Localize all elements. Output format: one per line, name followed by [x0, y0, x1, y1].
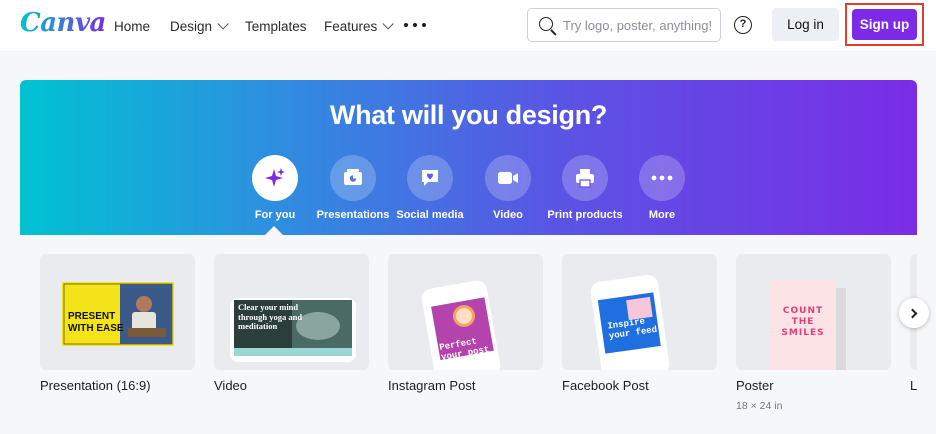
nav-features-label: Features: [324, 18, 378, 34]
search-icon: [539, 17, 553, 31]
nav-design-label: Design: [170, 18, 213, 34]
nav-home-label: Home: [114, 18, 151, 34]
chevron-down-icon: [217, 18, 229, 30]
video-camera-icon: [485, 155, 531, 201]
template-label: Facebook Post: [562, 378, 649, 393]
nav-design[interactable]: Design: [170, 0, 229, 52]
template-card-facebook-post[interactable]: Inspire your feed: [562, 254, 717, 370]
template-card-poster[interactable]: COUNT THE SMILES: [736, 254, 891, 370]
thumb-text: PRESENT WITH EASE: [68, 311, 124, 334]
login-button[interactable]: Log in: [772, 8, 839, 41]
template-card-presentation[interactable]: PRESENT WITH EASE: [40, 254, 195, 370]
hero-title: What will you design?: [329, 100, 608, 130]
signup-button[interactable]: Sign up: [852, 9, 917, 40]
search-input[interactable]: [563, 15, 715, 36]
thumb-text: Clear your mind through yoga and meditat…: [238, 302, 303, 331]
template-size: 18 × 24 in: [736, 400, 783, 412]
nav-templates-label: Templates: [245, 18, 307, 34]
active-category-pointer: [265, 226, 283, 235]
template-label: Video: [214, 378, 248, 393]
search-box[interactable]: [527, 8, 721, 42]
top-nav-bar: Canva Home Design Templates Features ? L…: [0, 0, 936, 52]
nav-features[interactable]: Features: [324, 0, 395, 52]
nav-home[interactable]: Home: [114, 0, 150, 52]
more-nav-icon[interactable]: [404, 19, 426, 31]
template-label: Poster: [736, 378, 774, 393]
category-for-you[interactable]: For you: [230, 155, 320, 221]
sparkle-icon: [252, 155, 298, 201]
template-label: Presentation (16:9): [40, 378, 151, 393]
help-icon[interactable]: ?: [734, 16, 752, 34]
template-card-video[interactable]: Clear your mind through yoga and meditat…: [214, 254, 369, 370]
signup-highlight-box: Sign up: [845, 3, 924, 46]
more-dots-icon: [639, 155, 685, 201]
printer-icon: [562, 155, 608, 201]
presentation-icon: [330, 155, 376, 201]
category-more[interactable]: More: [617, 155, 707, 221]
canva-logo[interactable]: Canva: [20, 8, 106, 38]
template-label: L: [910, 378, 917, 393]
category-social-media[interactable]: Social media: [385, 155, 475, 221]
thumb-text: COUNT THE SMILES: [781, 306, 825, 338]
facebook-thumbnail: [590, 275, 670, 370]
heart-chat-icon: [407, 155, 453, 201]
chevron-down-icon: [382, 18, 395, 30]
category-label: Social media: [396, 209, 464, 221]
template-carousel: PRESENT WITH EASE Presentation (16:9) Cl…: [20, 235, 917, 434]
category-label: For you: [254, 209, 296, 221]
category-label: More: [648, 209, 676, 221]
hero-banner: What will you design? For you Presentati…: [20, 80, 917, 235]
template-card-instagram-post[interactable]: Perfect your post: [388, 254, 543, 370]
nav-templates[interactable]: Templates: [245, 0, 307, 52]
template-label: Instagram Post: [388, 378, 476, 393]
chevron-right-icon: [907, 308, 918, 318]
carousel-next-button[interactable]: [899, 298, 929, 328]
